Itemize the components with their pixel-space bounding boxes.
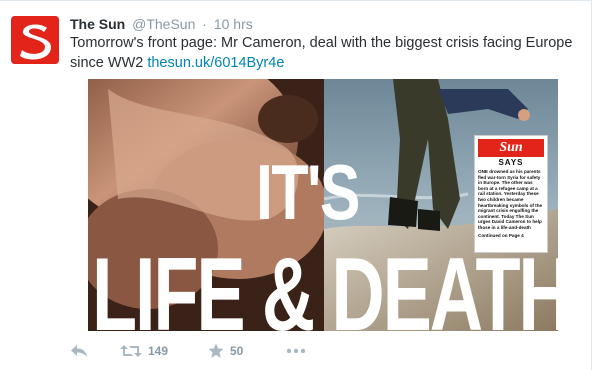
headline-line-2: LIFE & DEATH — [92, 237, 558, 331]
reply-icon — [71, 345, 87, 357]
sun-says-continued: Continued on Page 4 — [478, 232, 524, 238]
star-icon — [208, 343, 224, 358]
timestamp[interactable]: 10 hrs — [214, 16, 253, 32]
retweet-button[interactable]: 149 — [120, 341, 168, 361]
the-sun-logo-icon — [11, 16, 59, 64]
retweet-icon — [120, 345, 142, 357]
tweet-link[interactable]: thesun.uk/6014Byr4e — [147, 55, 284, 71]
tweet-body: Tomorrow's front page: Mr Cameron, deal … — [70, 35, 573, 71]
tweet-card[interactable]: The Sun @TheSun · 10 hrs Tomorrow's fron… — [0, 0, 592, 370]
tweet-actions: 149 50 — [70, 341, 370, 361]
author-name[interactable]: The Sun — [70, 16, 125, 32]
more-button[interactable] — [286, 341, 306, 361]
avatar[interactable] — [11, 16, 59, 64]
separator: · — [202, 16, 207, 32]
favorite-count: 50 — [230, 344, 244, 358]
tweet-text: Tomorrow's front page: Mr Cameron, deal … — [70, 33, 580, 73]
retweet-count: 149 — [148, 344, 169, 358]
more-icon — [286, 348, 306, 354]
tweet-media-image[interactable]: IT'S LIFE & DEATH Sun SAYS ONE drowned a… — [88, 79, 558, 331]
reply-button[interactable] — [70, 341, 88, 361]
sun-logo: Sun — [478, 139, 544, 157]
favorite-button[interactable]: 50 — [208, 341, 243, 361]
author-handle[interactable]: @TheSun — [132, 16, 195, 32]
headline-line-1: IT'S — [256, 148, 360, 236]
sun-says-title: SAYS — [498, 158, 524, 167]
sun-says-text: ONE drowned as his parents fled war-torn… — [478, 169, 543, 230]
sun-says-box: Sun SAYS ONE drowned as his parents fled… — [474, 135, 548, 253]
tweet-header: The Sun @TheSun · 10 hrs — [70, 15, 253, 33]
